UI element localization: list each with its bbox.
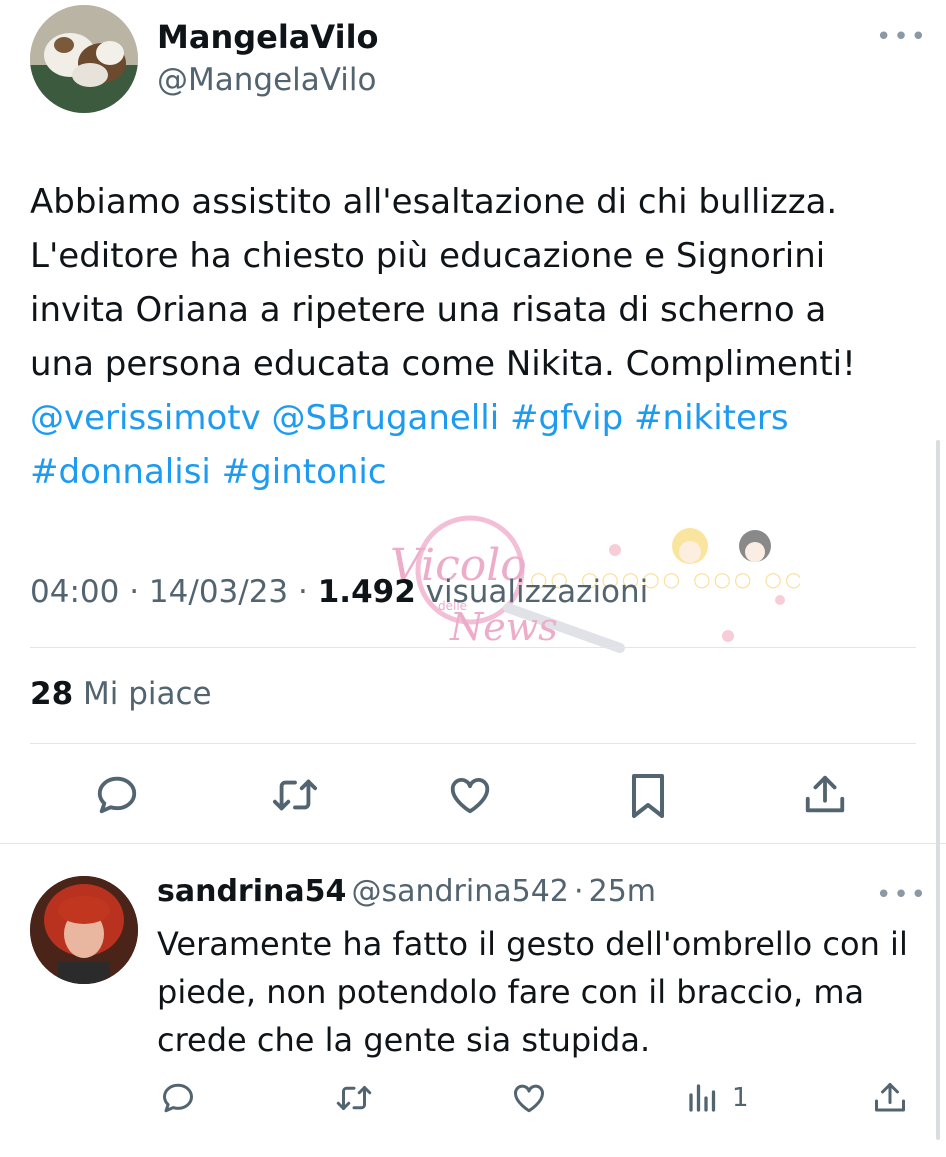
- bookmark-icon[interactable]: [628, 772, 668, 820]
- tweet-text-line: L'editore ha chiesto più educazione e Si…: [30, 236, 826, 276]
- retweet-icon[interactable]: [270, 772, 320, 818]
- reply-icon[interactable]: [94, 772, 140, 818]
- more-icon[interactable]: •••: [876, 22, 928, 52]
- views-count: 1.492: [317, 574, 416, 610]
- reply-views-count: 1: [732, 1083, 749, 1113]
- reply-icon[interactable]: [160, 1080, 196, 1116]
- scrollbar[interactable]: [936, 440, 940, 1140]
- hashtag-link[interactable]: #gintonic: [222, 452, 387, 492]
- svg-text:News: News: [449, 605, 558, 649]
- reply-text-line: piede, non potendolo fare con il braccio…: [157, 973, 865, 1011]
- heart-icon[interactable]: [446, 772, 494, 818]
- author-handle[interactable]: @MangelaVilo: [157, 62, 376, 98]
- reply-author-handle[interactable]: @sandrina542: [351, 874, 568, 909]
- tweet-time[interactable]: 04:00: [30, 574, 119, 610]
- reply-header: sandrina54 @sandrina542 · 25m: [157, 874, 657, 909]
- hashtag-link[interactable]: #gfvip: [510, 398, 623, 438]
- divider: [30, 743, 916, 744]
- hashtag-link[interactable]: #donnalisi: [30, 452, 211, 492]
- tweet-text-line: una persona educata come Nikita. Complim…: [30, 344, 856, 384]
- likes-count: 28: [30, 676, 74, 712]
- reply-text: Veramente ha fatto il gesto dell'ombrell…: [157, 920, 917, 1064]
- hashtag-link[interactable]: #nikiters: [634, 398, 789, 438]
- reply-author-avatar[interactable]: [30, 876, 138, 984]
- retweet-icon[interactable]: [334, 1080, 374, 1116]
- tweet-text: Abbiamo assistito all'esaltazione di chi…: [30, 175, 930, 499]
- tweet-links-line: #donnalisi #gintonic: [30, 445, 930, 499]
- tweet-text-line: Abbiamo assistito all'esaltazione di chi…: [30, 182, 838, 222]
- tweet-text-line: invita Oriana a ripetere una risata di s…: [30, 290, 827, 330]
- reply-author-name[interactable]: sandrina54: [157, 874, 346, 909]
- tweet-links-line: @verissimotv @SBruganelli #gfvip #nikite…: [30, 391, 930, 445]
- views-icon: [686, 1080, 720, 1116]
- likes-label: Mi piace: [83, 676, 212, 712]
- mention-link[interactable]: @SBruganelli: [272, 398, 500, 438]
- author-name[interactable]: MangelaVilo: [157, 18, 379, 56]
- reply-age[interactable]: 25m: [589, 874, 656, 909]
- reply-text-line: crede che la gente sia stupida.: [157, 1021, 651, 1059]
- author-avatar[interactable]: [30, 5, 138, 113]
- mention-link[interactable]: @verissimotv: [30, 398, 261, 438]
- views-button[interactable]: 1: [686, 1080, 749, 1116]
- heart-icon[interactable]: [510, 1080, 548, 1116]
- more-icon[interactable]: •••: [876, 880, 928, 910]
- views-label: visualizzazioni: [425, 574, 649, 610]
- share-icon[interactable]: [802, 772, 848, 818]
- share-icon[interactable]: [872, 1080, 908, 1116]
- divider: [30, 647, 916, 648]
- tweet-separator: [0, 843, 946, 844]
- tweet-meta: 04:00 · 14/03/23 · 1.492 visualizzazioni: [30, 574, 649, 610]
- tweet-date[interactable]: 14/03/23: [149, 574, 288, 610]
- likes-summary[interactable]: 28 Mi piace: [30, 676, 212, 712]
- reply-text-line: Veramente ha fatto il gesto dell'ombrell…: [157, 925, 908, 963]
